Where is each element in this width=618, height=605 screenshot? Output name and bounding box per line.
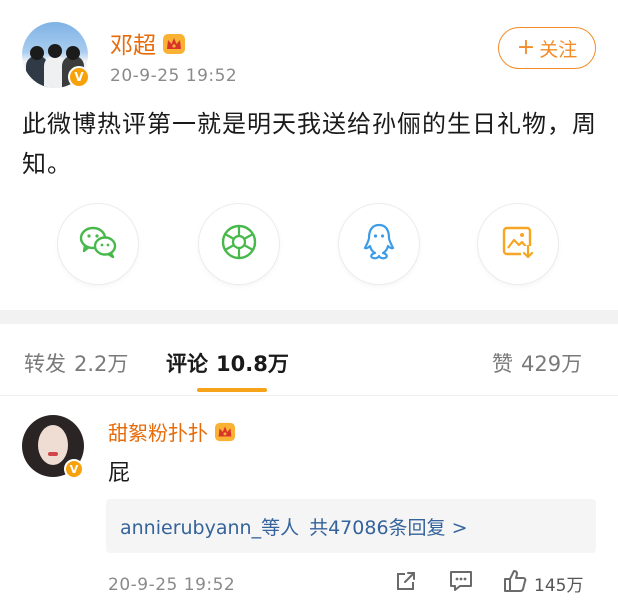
comment-time: 20-9-25 19:52 — [108, 575, 236, 595]
interaction-tabs: 转发 2.2万 评论 10.8万 赞 429万 — [0, 324, 618, 396]
comment-text: 屁 — [108, 461, 131, 486]
active-tab-indicator — [197, 388, 267, 392]
tab-likes-label: 赞 — [492, 352, 513, 376]
plus-icon: + — [516, 35, 536, 60]
save-image-button[interactable] — [478, 204, 558, 284]
username: 邓超 — [110, 33, 156, 59]
wechat-icon — [78, 224, 118, 264]
crown-icon — [214, 422, 236, 447]
comment-bubble-icon — [448, 569, 474, 597]
tab-likes-count: 429万 — [521, 352, 583, 376]
username-link[interactable]: 邓超 — [110, 26, 186, 61]
tab-repost-count: 2.2万 — [74, 352, 129, 376]
follow-label: 关注 — [539, 38, 578, 61]
post-text: 此微博热评第一就是明天我送给孙俪的生日礼物，周知。 — [22, 110, 597, 178]
commenter-name: 甜絮粉扑扑 — [108, 421, 208, 445]
share-comment-button[interactable] — [394, 569, 418, 597]
wechat-share-button[interactable] — [58, 204, 138, 284]
qq-icon — [362, 222, 396, 266]
tab-likes[interactable]: 赞 429万 — [492, 348, 582, 378]
comment-item: V 甜絮粉扑扑 屁 annierubyann_等人 共47086条回复 > 20… — [0, 397, 618, 605]
post-time: 20-9-25 19:52 — [110, 66, 238, 86]
follow-button[interactable]: + 关注 — [498, 27, 596, 69]
verified-badge-icon: V — [68, 66, 90, 88]
reply-comment-button[interactable] — [448, 569, 474, 597]
reply-users: annierubyann_等人 — [120, 516, 300, 539]
like-count: 145万 — [534, 575, 584, 596]
save-image-icon — [500, 224, 536, 264]
commenter-name-link[interactable]: 甜絮粉扑扑 — [108, 417, 236, 447]
crown-icon — [162, 33, 186, 61]
weibo-post: V 邓超 20-9-25 19:52 + 关注 此微博热评第一就是明天我送给孙俪… — [0, 0, 618, 310]
section-divider — [0, 310, 618, 324]
reply-summary[interactable]: annierubyann_等人 共47086条回复 > — [106, 499, 596, 553]
qq-share-button[interactable] — [339, 204, 419, 284]
tab-comments-label: 评论 — [166, 352, 208, 376]
reply-more-link: 共47086条回复 > — [309, 516, 468, 539]
verified-badge-icon: V — [64, 459, 84, 479]
tab-repost[interactable]: 转发 2.2万 — [24, 348, 128, 378]
share-row — [0, 204, 618, 284]
tab-repost-label: 转发 — [24, 352, 66, 376]
moments-share-button[interactable] — [199, 204, 279, 284]
thumbs-up-icon — [502, 568, 528, 598]
tab-comments-count: 10.8万 — [216, 352, 289, 376]
tab-comments[interactable]: 评论 10.8万 — [166, 348, 289, 378]
moments-icon — [219, 222, 259, 266]
like-comment-button[interactable]: 145万 — [502, 569, 583, 597]
share-arrow-icon — [394, 569, 418, 597]
